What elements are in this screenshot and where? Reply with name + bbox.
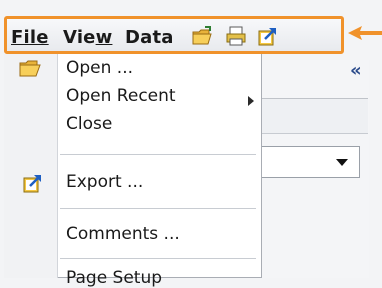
print-icon[interactable] <box>225 25 247 47</box>
menu-item-close[interactable]: Close <box>66 114 112 134</box>
collapse-panel-button[interactable]: « <box>350 62 362 80</box>
menu-item-open-recent[interactable]: Open Recent <box>66 86 176 106</box>
callout-arrow-icon <box>348 26 382 40</box>
menubar: File View Data <box>4 16 344 54</box>
menu-file-label: File <box>11 27 49 48</box>
menu-item-page-setup[interactable]: Page Setup <box>66 268 162 288</box>
menu-file[interactable]: File <box>11 27 49 48</box>
export-icon[interactable] <box>257 25 279 47</box>
dropdown-arrow-icon[interactable] <box>336 159 348 166</box>
panel-header <box>250 99 368 134</box>
menu-data-label: Data <box>125 27 174 48</box>
menu-data[interactable]: Data <box>125 27 174 48</box>
menu-item-comments[interactable]: Comments ... <box>66 224 180 244</box>
open-folder-icon[interactable] <box>191 25 213 47</box>
submenu-arrow-icon <box>248 96 254 106</box>
menu-separator <box>60 258 256 259</box>
menu-view[interactable]: View <box>63 27 112 48</box>
export-icon <box>23 175 41 193</box>
open-folder-icon <box>19 60 41 77</box>
menu-separator <box>60 208 256 209</box>
menu-item-export[interactable]: Export ... <box>66 172 143 192</box>
menu-view-label-start: Vie <box>63 27 96 48</box>
menu-icon-gutter <box>4 54 58 278</box>
menu-item-open[interactable]: Open ... <box>66 58 133 78</box>
menu-separator <box>60 154 256 155</box>
menu-view-label-mnemonic: w <box>95 27 113 48</box>
